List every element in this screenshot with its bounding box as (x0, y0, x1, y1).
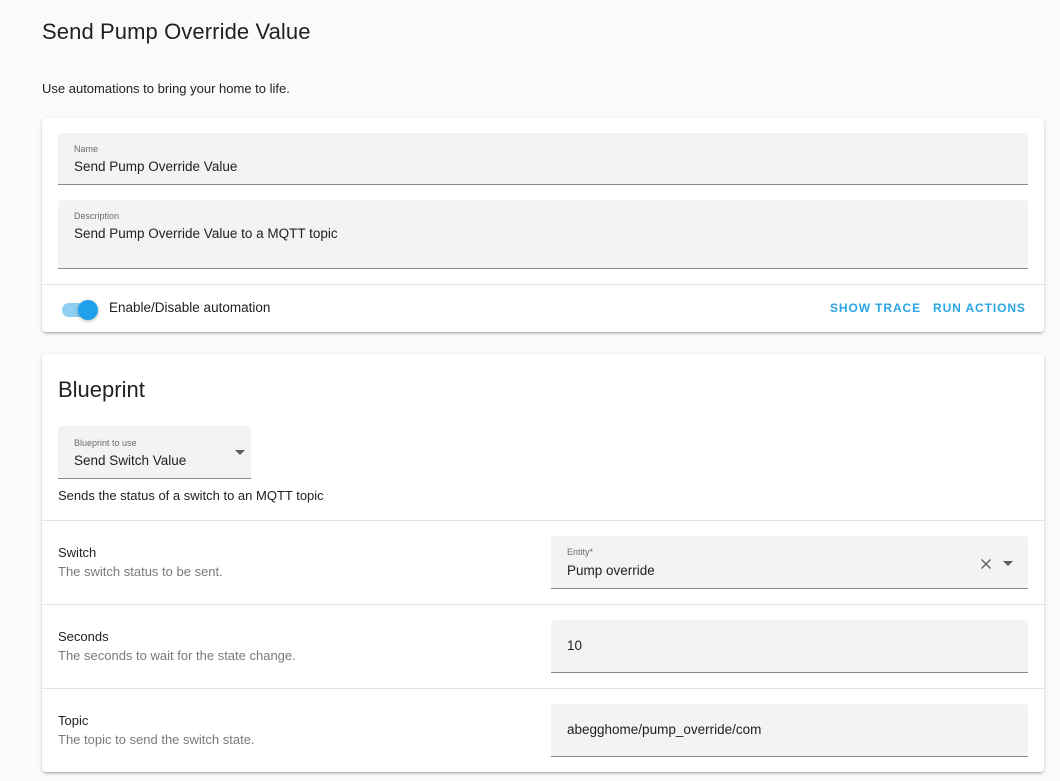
blueprint-select-value: Send Switch Value (74, 453, 187, 468)
topic-input-value[interactable]: abegghome/pump_override/com (567, 722, 761, 737)
name-field[interactable]: Name Send Pump Override Value (58, 133, 1028, 185)
blueprint-description: Sends the status of a switch to an MQTT … (58, 488, 324, 503)
automation-editor-page: Send Pump Override Value Use automations… (0, 0, 1060, 781)
blueprint-divider-3 (42, 688, 1044, 689)
input-topic-description: The topic to send the switch state. (58, 732, 255, 747)
input-seconds-title: Seconds (58, 629, 109, 644)
entity-field-value[interactable]: Pump override (567, 563, 655, 578)
name-field-value[interactable]: Send Pump Override Value (74, 159, 237, 174)
input-switch-description: The switch status to be sent. (58, 564, 223, 579)
switch-entity-picker[interactable]: Entity* Pump override (551, 536, 1028, 589)
seconds-input-value[interactable]: 10 (567, 638, 582, 653)
entity-field-label: Entity* (567, 547, 594, 557)
blueprint-select-label: Blueprint to use (74, 438, 137, 448)
input-switch-title: Switch (58, 545, 97, 560)
blueprint-divider-1 (42, 520, 1044, 521)
blueprint-select[interactable]: Blueprint to use Send Switch Value (58, 426, 251, 479)
run-actions-button[interactable]: RUN ACTIONS (933, 301, 1026, 315)
settings-divider (42, 284, 1044, 285)
name-field-label: Name (74, 144, 99, 154)
description-field-label: Description (74, 211, 120, 221)
description-field[interactable]: Description Send Pump Override Value to … (58, 200, 1028, 269)
chevron-down-icon[interactable] (1003, 561, 1013, 567)
description-field-value[interactable]: Send Pump Override Value to a MQTT topic (74, 226, 338, 241)
input-seconds-description: The seconds to wait for the state change… (58, 648, 296, 663)
page-intro: Use automations to bring your home to li… (42, 81, 290, 96)
enable-automation-label: Enable/Disable automation (109, 300, 271, 315)
input-topic-title: Topic (58, 713, 89, 728)
page-title: Send Pump Override Value (42, 19, 311, 44)
close-icon[interactable] (980, 558, 992, 570)
automation-settings-card: Name Send Pump Override Value Descriptio… (42, 118, 1044, 332)
blueprint-section-title: Blueprint (58, 377, 145, 402)
topic-input[interactable]: abegghome/pump_override/com (551, 704, 1028, 757)
show-trace-button[interactable]: SHOW TRACE (830, 301, 921, 315)
chevron-down-icon[interactable] (235, 450, 245, 456)
toggle-knob (78, 300, 98, 320)
blueprint-divider-2 (42, 604, 1044, 605)
blueprint-card: Blueprint Blueprint to use Send Switch V… (42, 354, 1044, 772)
seconds-input[interactable]: 10 (551, 620, 1028, 673)
enable-automation-toggle[interactable] (62, 300, 98, 320)
